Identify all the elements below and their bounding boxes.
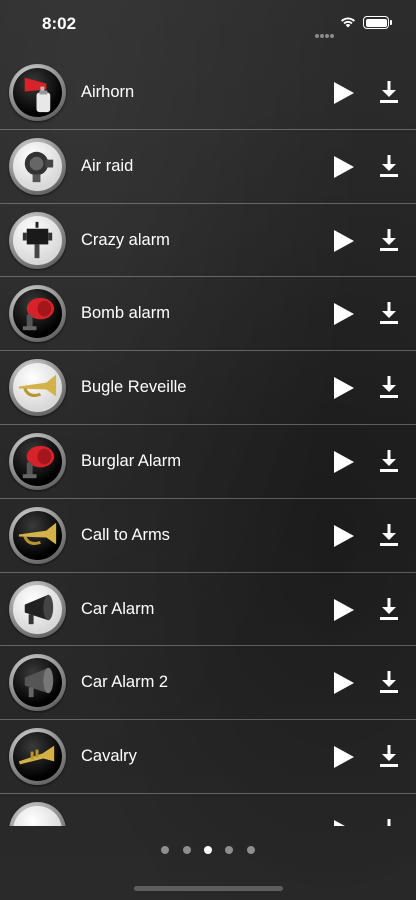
airhorn-icon <box>24 77 51 113</box>
sound-thumbnail <box>9 728 66 786</box>
list-item[interactable]: Call to Arms <box>0 499 416 573</box>
sound-name: Car Alarm 2 <box>81 673 169 692</box>
play-button[interactable] <box>332 524 356 548</box>
list-item[interactable]: Airhorn <box>0 56 416 130</box>
page-dot-active[interactable] <box>204 846 212 854</box>
sound-name: Car Alarm <box>81 599 155 618</box>
page-dot[interactable] <box>182 846 191 854</box>
cellular-signal-icon <box>315 25 335 38</box>
wifi-icon <box>341 17 355 28</box>
sound-thumbnail <box>9 432 66 490</box>
home-indicator[interactable] <box>134 886 283 891</box>
air-raid-siren-icon <box>24 151 54 182</box>
sound-name: Airhorn <box>81 83 135 101</box>
download-button[interactable] <box>379 81 399 103</box>
list-item[interactable]: Car Alarm <box>0 573 416 647</box>
download-button[interactable] <box>379 597 399 620</box>
download-button[interactable] <box>379 671 399 694</box>
play-button[interactable] <box>332 155 356 179</box>
list-item[interactable]: Air raid <box>0 130 416 204</box>
status-bar: 8:02 <box>0 0 416 48</box>
burglar-alarm-siren-icon <box>22 445 55 479</box>
sound-thumbnail <box>9 580 66 638</box>
play-button[interactable] <box>332 81 356 105</box>
page-dot[interactable] <box>161 846 170 854</box>
sound-thumbnail <box>9 359 66 417</box>
download-button[interactable] <box>379 154 399 177</box>
sound-thumbnail <box>9 654 66 712</box>
battery-icon <box>363 16 392 29</box>
sound-thumbnail <box>9 801 66 826</box>
download-button[interactable] <box>379 818 399 826</box>
trumpet-icon <box>18 745 55 765</box>
list-item[interactable]: Cavalry <box>0 720 416 794</box>
sound-thumbnail <box>9 285 66 343</box>
sound-name: Bomb alarm <box>81 304 170 323</box>
list-item[interactable] <box>0 794 416 826</box>
play-button[interactable] <box>332 671 356 695</box>
sound-thumbnail <box>9 137 66 195</box>
sound-name: Burglar Alarm <box>81 451 181 470</box>
list-item[interactable]: Crazy alarm <box>0 204 416 278</box>
sound-thumbnail <box>9 506 66 564</box>
sound-name: Bugle Reveille <box>81 378 187 397</box>
sound-name: Call to Arms <box>81 525 170 544</box>
download-button[interactable] <box>379 376 399 399</box>
sound-name: Crazy alarm <box>81 230 170 249</box>
page-dot[interactable] <box>246 846 255 854</box>
play-button[interactable] <box>332 376 356 400</box>
play-button[interactable] <box>332 450 356 474</box>
list-item[interactable]: Bugle Reveille <box>0 351 416 425</box>
sound-list[interactable]: Airhorn Air raid Crazy alarm Bomb alarm … <box>0 56 416 826</box>
list-item[interactable]: Burglar Alarm <box>0 425 416 499</box>
status-time: 8:02 <box>42 14 77 33</box>
list-item[interactable]: Car Alarm 2 <box>0 646 416 721</box>
car-alarm-speaker-icon <box>24 594 54 624</box>
crazy-alarm-siren-icon <box>22 221 53 258</box>
sound-thumbnail <box>9 64 66 121</box>
sound-name: Air raid <box>81 156 134 175</box>
sound-thumbnail <box>9 211 66 269</box>
play-button[interactable] <box>332 598 356 622</box>
car-alarm-speaker-icon <box>24 668 54 698</box>
page-indicator[interactable] <box>0 841 416 854</box>
play-button[interactable] <box>332 302 356 326</box>
app-screen: 8:02 Airhorn Air raid Crazy alarm Bomb a… <box>0 0 416 900</box>
bugle-icon <box>18 374 57 398</box>
list-item[interactable]: Bomb alarm <box>0 277 416 352</box>
download-button[interactable] <box>379 523 399 546</box>
download-button[interactable] <box>379 228 399 251</box>
play-button[interactable] <box>332 819 356 826</box>
bomb-alarm-siren-icon <box>22 298 55 331</box>
download-button[interactable] <box>379 449 399 472</box>
download-button[interactable] <box>379 302 399 325</box>
download-button[interactable] <box>379 745 399 768</box>
play-button[interactable] <box>332 745 356 769</box>
sound-name: Cavalry <box>81 747 137 766</box>
play-button[interactable] <box>332 229 356 253</box>
page-dot[interactable] <box>225 846 234 854</box>
bugle-icon <box>18 522 57 545</box>
